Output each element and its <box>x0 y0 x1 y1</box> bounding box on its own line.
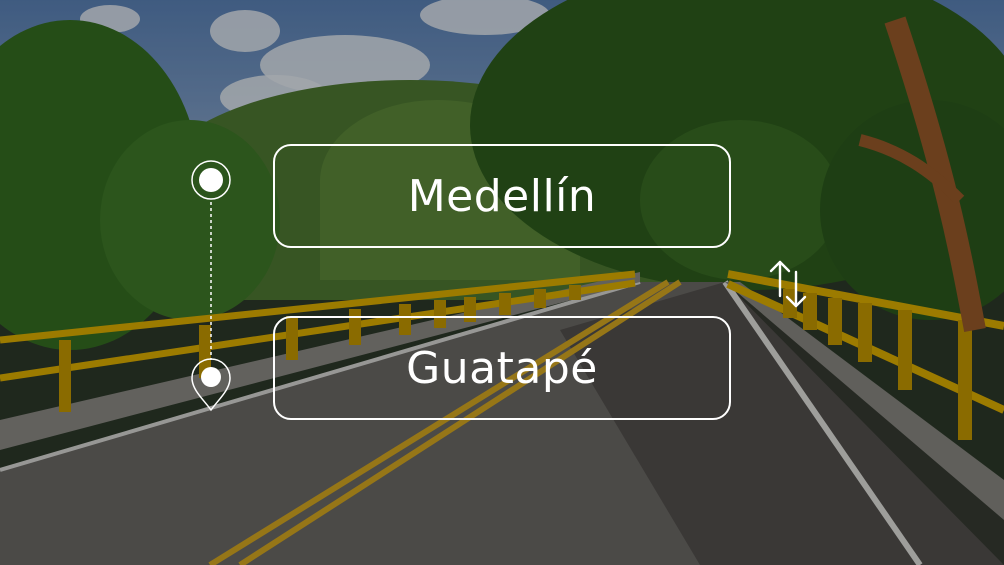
route-indicator <box>191 160 231 412</box>
origin-field[interactable]: Medellín <box>273 144 731 248</box>
swap-vertical-arrows-icon[interactable] <box>768 256 812 312</box>
destination-label: Guatapé <box>406 342 598 394</box>
location-pin-icon <box>191 358 231 412</box>
hero-background: Medellín Guatapé <box>0 0 1004 565</box>
destination-field[interactable]: Guatapé <box>273 316 731 420</box>
dark-overlay <box>0 0 1004 565</box>
origin-label: Medellín <box>407 170 597 222</box>
circle-marker-icon <box>191 160 231 200</box>
